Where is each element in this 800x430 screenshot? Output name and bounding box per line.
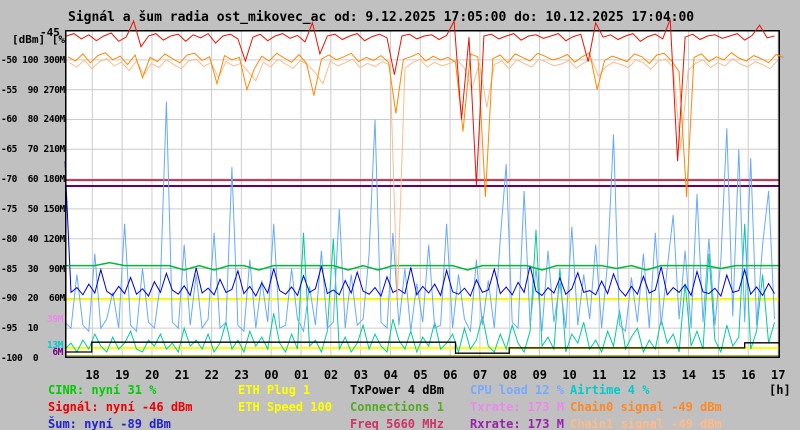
legend-item: Txrate: 173 M: [470, 400, 564, 414]
monitoring-graph-page: Signál a šum radia ost_mikovec_ac od: 9.…: [0, 0, 800, 430]
x-axis-hour-label: 14: [681, 368, 697, 382]
x-axis-hour-label: 20: [144, 368, 160, 382]
legend-item: Chain1 signal -49 dBm: [570, 417, 722, 430]
y-axis-row: -75 50 150M: [1, 203, 65, 215]
rate-label-6m: 6M: [52, 347, 63, 359]
x-axis-hour-label: 08: [502, 368, 518, 382]
y-axis-top-label: -45: [40, 26, 60, 39]
legend-item: Chain0 signal -49 dBm: [570, 400, 722, 414]
legend-item: Šum: nyní -89 dBm: [48, 417, 171, 430]
x-axis-hour-label: 00: [264, 368, 279, 382]
legend-item: TxPower 4 dBm: [350, 383, 444, 397]
x-axis-hour-label: 22: [204, 368, 220, 382]
y-axis-row: -55 90 270M: [1, 84, 65, 96]
legend-item: Freq 5660 MHz: [350, 417, 444, 430]
y-axis-row: -90 20 60M: [1, 293, 65, 305]
x-axis-hour-label: 17: [771, 368, 786, 382]
x-axis-hour-label: 15: [711, 368, 726, 382]
x-axis-hour-label: 02: [323, 368, 339, 382]
x-axis-hour-label: 11: [592, 368, 607, 382]
x-axis-hour-label: 19: [115, 368, 130, 382]
x-axis-unit-label: [h]: [769, 383, 791, 397]
y-axis-row: -85 30 90M: [1, 263, 65, 275]
legend-item: Signál: nyní -46 dBm: [48, 400, 193, 414]
signal-noise-chart: [64, 19, 784, 358]
y-axis-row: -80 40 120M: [1, 233, 65, 245]
legend-item: CPU load 12 %: [470, 383, 564, 397]
x-axis-hour-label: 12: [621, 368, 637, 382]
legend-item: ETH Speed 100: [238, 400, 332, 414]
x-axis-hour-label: 13: [651, 368, 667, 382]
x-axis-hour-label: 21: [174, 368, 190, 382]
x-axis-hour-label: 23: [234, 368, 249, 382]
y-axis-row: -70 60 180M: [1, 174, 65, 186]
legend-item: CINR: nyní 31 %: [48, 383, 157, 397]
x-axis-hour-label: 16: [741, 368, 756, 382]
y-axis-row: -60 80 240M: [1, 114, 65, 126]
x-axis-hour-label: 10: [562, 368, 577, 382]
y-axis-row: -50 100 300M: [1, 54, 65, 66]
legend-item: Rxrate: 173 M: [470, 417, 564, 430]
x-axis-hour-label: 01: [294, 368, 309, 382]
x-axis-hour-label: 07: [472, 368, 488, 382]
legend-item: Connections 1: [350, 400, 444, 414]
y-axis-row: -65 70 210M: [1, 144, 65, 156]
x-axis-hour-label: 03: [353, 368, 369, 382]
x-axis-hour-label: 18: [85, 368, 100, 382]
legend-item: ETH Plug 1: [238, 383, 311, 397]
x-axis-hour-label: 04: [383, 368, 398, 382]
x-axis-hour-label: 09: [532, 368, 547, 382]
rate-label-39m: 39M: [47, 314, 63, 326]
x-axis-hour-label: 06: [443, 368, 458, 382]
page-title: Signál a šum radia ost_mikovec_ac od: 9.…: [68, 10, 695, 25]
legend-item: Airtime 4 %: [570, 383, 650, 397]
x-axis-hour-label: 05: [413, 368, 428, 382]
